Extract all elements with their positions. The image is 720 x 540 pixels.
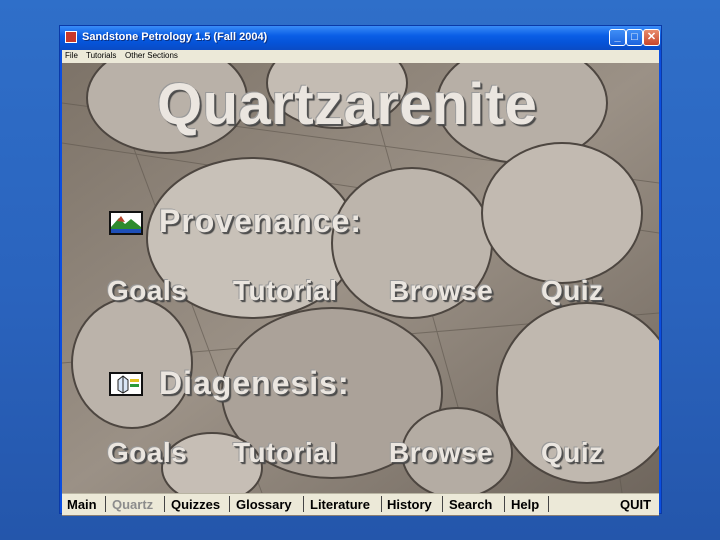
- nav-glossary[interactable]: Glossary: [236, 497, 292, 512]
- menu-bar: File Tutorials Other Sections: [62, 50, 659, 63]
- nav-help[interactable]: Help: [511, 497, 539, 512]
- nav-divider: [105, 496, 106, 512]
- menu-other-sections[interactable]: Other Sections: [125, 51, 178, 60]
- nav-main[interactable]: Main: [67, 497, 97, 512]
- page-heading: Quartzarenite: [157, 72, 538, 137]
- provenance-goals-link[interactable]: Goals: [107, 275, 187, 307]
- nav-history[interactable]: History: [387, 497, 432, 512]
- nav-divider: [303, 496, 304, 512]
- window-title: Sandstone Petrology 1.5 (Fall 2004): [82, 31, 268, 43]
- diagenesis-quiz-link[interactable]: Quiz: [541, 437, 604, 469]
- diagenesis-browse-link[interactable]: Browse: [389, 437, 493, 469]
- diagenesis-tutorial-link[interactable]: Tutorial: [233, 437, 338, 469]
- minimize-button[interactable]: _: [609, 29, 626, 46]
- nav-divider: [164, 496, 165, 512]
- menu-tutorials[interactable]: Tutorials: [86, 51, 116, 60]
- provenance-quiz-link[interactable]: Quiz: [541, 275, 604, 307]
- crystal-icon: [109, 372, 143, 396]
- provenance-browse-link[interactable]: Browse: [389, 275, 493, 307]
- nav-search[interactable]: Search: [449, 497, 492, 512]
- section-title-diagenesis: Diagenesis:: [159, 365, 350, 401]
- close-button[interactable]: ✕: [643, 29, 660, 46]
- diagenesis-goals-link[interactable]: Goals: [107, 437, 187, 469]
- nav-divider: [442, 496, 443, 512]
- nav-divider: [548, 496, 549, 512]
- nav-literature[interactable]: Literature: [310, 497, 370, 512]
- title-bar[interactable]: Sandstone Petrology 1.5 (Fall 2004) _ □ …: [60, 26, 661, 50]
- app-window: Sandstone Petrology 1.5 (Fall 2004) _ □ …: [59, 25, 662, 516]
- quit-button[interactable]: QUIT: [620, 497, 651, 512]
- nav-divider: [381, 496, 382, 512]
- bottom-nav-bar: Main Quartz Quizzes Glossary Literature …: [62, 493, 659, 515]
- main-content: Quartzarenite Provenance: Goals Tutorial…: [62, 63, 659, 516]
- nav-divider: [229, 496, 230, 512]
- landscape-icon: [109, 211, 143, 235]
- provenance-tutorial-link[interactable]: Tutorial: [233, 275, 338, 307]
- nav-quizzes[interactable]: Quizzes: [171, 497, 220, 512]
- app-icon: [65, 31, 77, 43]
- nav-quartz[interactable]: Quartz: [112, 497, 153, 512]
- nav-divider: [504, 496, 505, 512]
- menu-file[interactable]: File: [65, 51, 78, 60]
- maximize-button[interactable]: □: [626, 29, 643, 46]
- section-title-provenance: Provenance:: [159, 203, 363, 239]
